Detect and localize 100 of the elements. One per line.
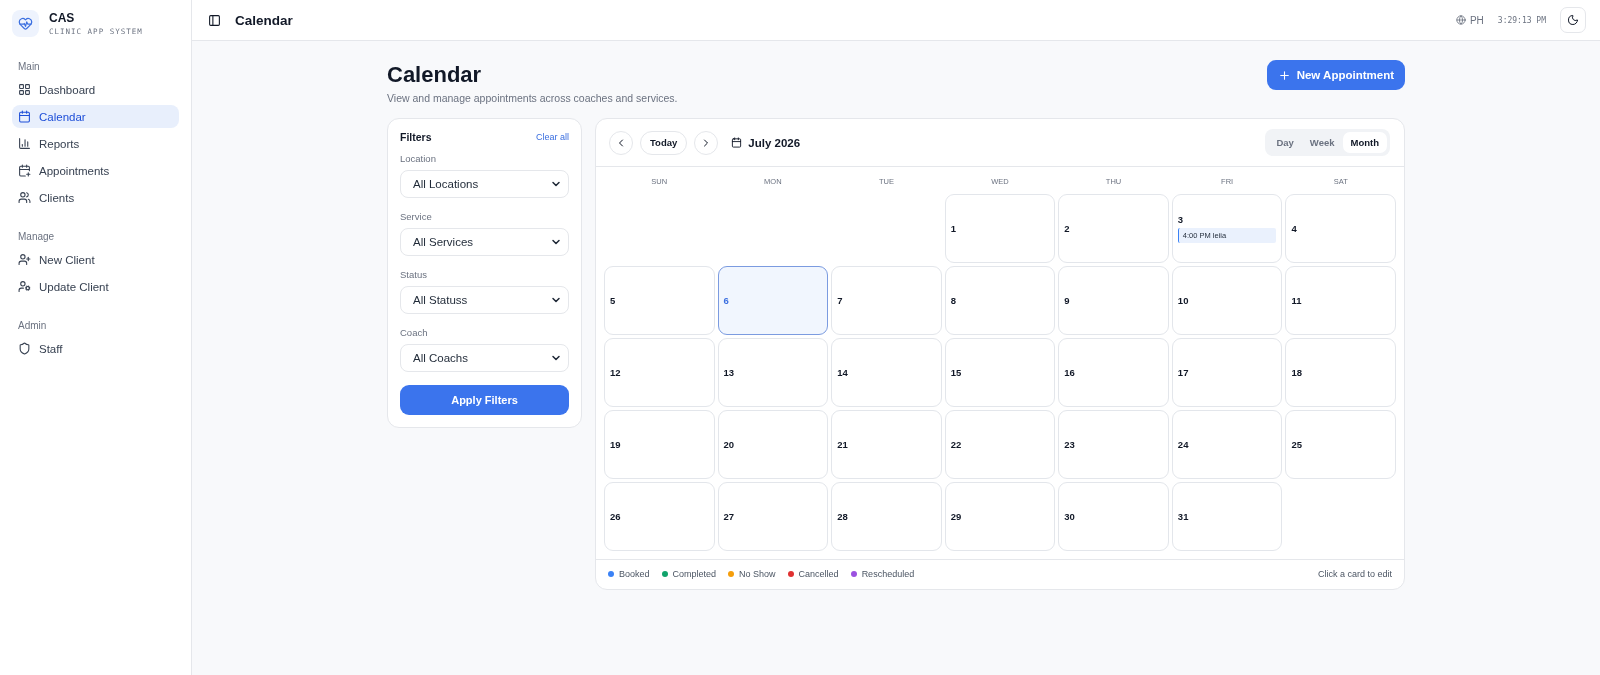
nav-item[interactable]: New Client — [12, 248, 179, 271]
day-cell[interactable]: 7 — [831, 266, 942, 335]
day-number: 26 — [610, 511, 622, 522]
day-cell[interactable]: 19 — [604, 410, 715, 479]
filter-label: Service — [400, 211, 433, 222]
day-cell[interactable]: 30 — [1058, 482, 1169, 551]
calendar-icon — [18, 110, 31, 123]
today-button[interactable]: Today — [640, 130, 688, 155]
day-cell[interactable]: 2 — [1058, 194, 1169, 263]
day-number: 4 — [1291, 223, 1298, 234]
day-number: 15 — [950, 367, 963, 378]
nav-item[interactable]: Staff — [12, 337, 179, 360]
filter-select[interactable]: All Services — [400, 228, 569, 256]
day-cell[interactable]: 4 — [1285, 194, 1396, 263]
day-cell[interactable]: 14 — [831, 338, 942, 407]
nav-item[interactable]: Clients — [12, 186, 179, 209]
day-number: 1 — [950, 223, 957, 234]
day-number: 24 — [1177, 439, 1190, 450]
day-cell[interactable]: 18 — [1285, 338, 1396, 407]
calendar-icon — [731, 137, 743, 148]
users-icon — [18, 191, 31, 204]
view-tab[interactable]: Month — [1342, 132, 1387, 153]
day-number: 18 — [1291, 367, 1303, 378]
day-cell[interactable]: 28 — [831, 482, 942, 551]
day-number: 19 — [610, 439, 622, 450]
day-cell[interactable]: 23 — [1058, 410, 1169, 479]
day-number: 5 — [610, 295, 617, 306]
nav-item[interactable]: Update Client — [12, 275, 179, 298]
day-number: 20 — [723, 439, 736, 450]
day-number: 22 — [950, 439, 963, 450]
view-tab[interactable]: Week — [1301, 132, 1343, 153]
nav-section-title: Manage — [17, 230, 56, 244]
month-label: July 2026 — [748, 136, 801, 149]
day-cell[interactable]: 12 — [604, 338, 715, 407]
day-cell[interactable]: 22 — [944, 410, 1056, 479]
nav-section-title: Main — [17, 60, 41, 74]
day-number: 10 — [1177, 295, 1190, 306]
bar-chart-icon — [18, 137, 31, 150]
view-tab[interactable]: Day — [1268, 132, 1302, 153]
day-number: 11 — [1291, 295, 1303, 306]
day-cell[interactable]: 11 — [1285, 266, 1396, 335]
day-cell[interactable]: 24 — [1171, 410, 1283, 479]
filter-label: Coach — [400, 327, 429, 338]
day-cell[interactable]: 20 — [717, 410, 829, 479]
day-cell[interactable]: 25 — [1285, 410, 1396, 479]
day-number: 12 — [610, 367, 622, 378]
day-cell[interactable]: 15 — [944, 338, 1056, 407]
top-bar-title: Calendar — [235, 12, 294, 28]
day-number: 17 — [1177, 367, 1190, 378]
nav-section-title: Admin — [17, 319, 48, 333]
theme-toggle-button[interactable] — [1560, 7, 1586, 33]
day-cell[interactable]: 27 — [717, 482, 829, 551]
day-number: 27 — [723, 511, 736, 522]
day-cell[interactable]: 1 — [944, 194, 1056, 263]
day-cell[interactable]: 21 — [831, 410, 942, 479]
day-cell[interactable]: 17 — [1171, 338, 1283, 407]
day-number: 8 — [950, 295, 957, 306]
day-number: 31 — [1177, 511, 1190, 522]
day-cell[interactable]: 26 — [604, 482, 715, 551]
day-cell[interactable]: 9 — [1058, 266, 1169, 335]
shield-icon — [18, 342, 31, 355]
day-number: 3 — [1177, 214, 1185, 225]
day-cell[interactable]: 10 — [1171, 266, 1283, 335]
day-number: 14 — [837, 367, 849, 378]
day-cell[interactable]: 16 — [1058, 338, 1169, 407]
day-number: 30 — [1064, 511, 1076, 522]
nav-item[interactable]: Appointments — [12, 159, 179, 182]
legend-label: Cancelled — [798, 569, 839, 579]
day-cell[interactable]: 5 — [604, 266, 715, 335]
calendar-plus-icon — [18, 164, 31, 177]
edit-hint: Click a card to edit — [1317, 569, 1392, 579]
brand-name: CAS — [49, 11, 76, 25]
globe-icon — [1455, 15, 1466, 25]
day-cell[interactable]: 31 — [1171, 482, 1283, 551]
sidebar-toggle-icon[interactable] — [208, 13, 221, 27]
nav-item[interactable]: Calendar — [12, 105, 179, 128]
filter-select[interactable]: All Locations — [400, 170, 569, 198]
plus-icon — [1277, 68, 1291, 82]
clock-time: 3:29:13 PM — [1497, 15, 1546, 25]
locale-label: PH — [1469, 14, 1484, 26]
apply-filters-button[interactable]: Apply Filters — [400, 385, 569, 415]
nav-item[interactable]: Dashboard — [12, 78, 179, 101]
filter-label: Status — [400, 269, 428, 280]
day-number: 25 — [1291, 439, 1303, 450]
clear-all-link[interactable]: Clear all — [536, 132, 569, 142]
day-number: 9 — [1064, 295, 1071, 306]
day-cell[interactable]: 6 — [717, 266, 829, 335]
page-title: Calendar — [387, 62, 483, 88]
legend-label: Completed — [672, 569, 717, 579]
filter-select[interactable]: All Statuss — [400, 286, 569, 314]
day-cell[interactable]: 8 — [944, 266, 1056, 335]
day-cell[interactable]: 13 — [717, 338, 829, 407]
day-cell[interactable]: 29 — [944, 482, 1056, 551]
new-appointment-button[interactable]: New Appointment — [1266, 60, 1405, 90]
heart-pulse-logo-icon — [12, 10, 39, 37]
legend-label: Rescheduled — [861, 569, 915, 579]
nav-item[interactable]: Reports — [12, 132, 179, 155]
day-number: 23 — [1064, 439, 1076, 450]
filter-select[interactable]: All Coachs — [400, 344, 569, 372]
grid-icon — [18, 83, 31, 96]
